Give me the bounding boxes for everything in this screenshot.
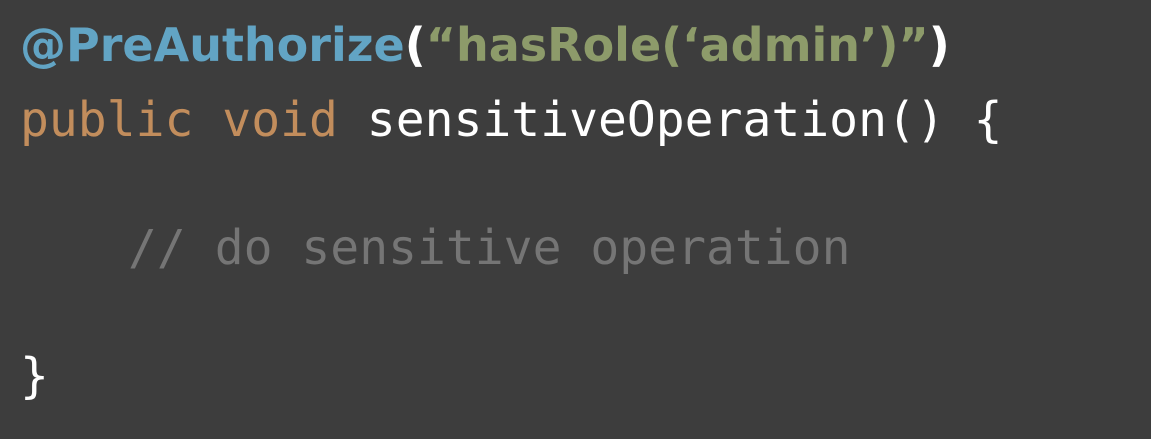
comment-line: // do sensitive operation bbox=[128, 224, 850, 272]
closing-brace: } bbox=[20, 348, 49, 404]
code-comment: // do sensitive operation bbox=[128, 220, 851, 276]
method-signature: sensitiveOperation() { bbox=[366, 92, 1003, 148]
annotation-line: @PreAuthorize(“hasRole(‘admin’)”) bbox=[20, 22, 950, 68]
annotation-open-paren: ( bbox=[404, 18, 426, 72]
closing-brace-line: } bbox=[20, 352, 49, 400]
code-slide: @PreAuthorize(“hasRole(‘admin’)”) public… bbox=[0, 0, 1151, 439]
annotation-argument: “hasRole(‘admin’)” bbox=[425, 18, 929, 72]
modifier-keyword: public bbox=[20, 92, 194, 148]
return-type-keyword: void bbox=[222, 92, 338, 148]
annotation-name: @PreAuthorize bbox=[20, 18, 405, 72]
annotation-close-paren: ) bbox=[928, 18, 950, 72]
method-signature-line: public void sensitiveOperation() { bbox=[20, 96, 1003, 144]
